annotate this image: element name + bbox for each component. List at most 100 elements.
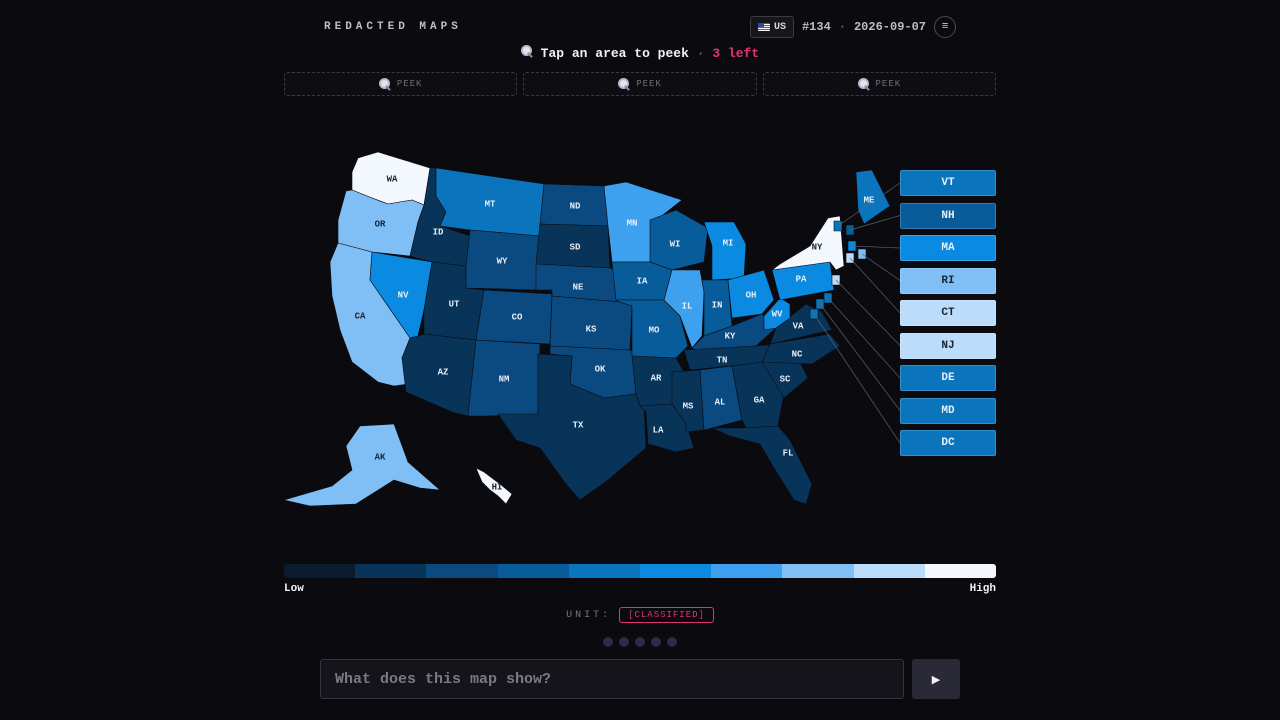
unit-row: UNIT: [CLASSIFIED]	[0, 607, 1280, 623]
state-label-mn: MN	[627, 218, 638, 228]
legend-swatch	[711, 564, 783, 578]
state-label-ia: IA	[637, 276, 648, 286]
state-label-nc: NC	[792, 349, 803, 359]
peek-slots: PEEK PEEK PEEK	[284, 72, 996, 96]
legend-swatch	[853, 564, 925, 578]
hamburger-icon[interactable]: ≡	[934, 16, 956, 38]
header-meta: US #134 · 2026-09-07 ≡	[749, 16, 956, 38]
small-state-callouts: VT NH MA RI CT NJ DE MD DC	[900, 170, 996, 463]
state-ny[interactable]	[771, 215, 845, 271]
state-label-mt: MT	[485, 199, 496, 209]
leader-line	[849, 215, 900, 231]
state-label-pa: PA	[796, 274, 807, 284]
state-label-mo: MO	[649, 325, 660, 335]
legend-swatch	[284, 564, 356, 578]
state-label-ks: KS	[586, 324, 597, 334]
region-label: US	[773, 21, 786, 33]
state-label-sd: SD	[570, 242, 581, 252]
callout-ma[interactable]: MA	[900, 235, 996, 261]
callout-ct[interactable]: CT	[900, 300, 996, 326]
state-label-nm: NM	[499, 374, 510, 384]
state-ks[interactable]	[549, 295, 633, 351]
state-label-la: LA	[653, 425, 664, 435]
callout-nj[interactable]: NJ	[900, 332, 996, 359]
state-label-sc: SC	[780, 374, 791, 384]
state-label-tn: TN	[717, 355, 728, 365]
prompt-separator: ·	[696, 46, 705, 61]
state-label-va: VA	[793, 321, 804, 331]
leader-line	[835, 279, 900, 346]
unit-value-badge: [CLASSIFIED]	[619, 607, 714, 623]
peeks-remaining: 3 left	[712, 46, 760, 61]
guess-indicators	[0, 637, 1280, 647]
peek-label: PEEK	[396, 79, 423, 89]
state-label-ut: UT	[449, 299, 460, 309]
guess-dot	[651, 637, 661, 647]
magnifier-icon	[618, 78, 630, 90]
legend-high-label: High	[969, 583, 996, 595]
leader-line	[827, 297, 900, 379]
us-flag-icon	[757, 23, 770, 31]
state-label-wy: WY	[497, 256, 508, 266]
legend-swatch	[355, 564, 427, 578]
state-label-or: OR	[375, 219, 386, 229]
brand-title: REDACTED MAPS	[324, 21, 462, 33]
state-label-ky: KY	[725, 331, 736, 341]
state-label-al: AL	[715, 397, 726, 407]
state-mi[interactable]	[703, 221, 747, 281]
prompt-text: Tap an area to peek	[540, 46, 689, 61]
leader-line	[851, 245, 900, 249]
state-ak[interactable]	[283, 423, 441, 507]
magnifier-icon	[520, 45, 533, 57]
state-label-nd: ND	[570, 201, 581, 211]
callout-de[interactable]: DE	[900, 365, 996, 391]
region-selector[interactable]: US	[749, 16, 794, 38]
legend-swatch	[640, 564, 712, 578]
unit-label: UNIT:	[566, 609, 612, 621]
magnifier-icon	[857, 78, 870, 90]
legend-swatch	[924, 564, 996, 578]
callout-nh[interactable]: NH	[900, 202, 996, 229]
legend-swatch	[426, 564, 498, 578]
leader-line	[849, 257, 900, 314]
leader-line	[819, 303, 900, 411]
state-label-ok: OK	[595, 364, 606, 374]
state-label-mi: MI	[723, 238, 734, 248]
guess-dot	[635, 637, 645, 647]
peek-slot[interactable]: PEEK	[284, 72, 518, 96]
callout-vt[interactable]: VT	[900, 170, 996, 196]
peek-label: PEEK	[875, 79, 902, 89]
state-label-in: IN	[712, 300, 723, 310]
submit-button[interactable]: ▶	[912, 659, 960, 699]
state-label-ny: NY	[812, 242, 823, 252]
state-fl[interactable]	[711, 425, 813, 505]
peek-label: PEEK	[636, 79, 662, 89]
legend-low-label: Low	[284, 583, 304, 595]
legend-labels: Low High	[284, 583, 996, 595]
state-label-nv: NV	[398, 290, 409, 300]
state-label-ar: AR	[651, 373, 662, 383]
state-label-tx: TX	[573, 420, 584, 430]
leader-line	[813, 313, 900, 444]
state-label-il: IL	[682, 301, 693, 311]
state-label-ca: CA	[355, 311, 366, 321]
peek-prompt: Tap an area to peek · 3 left	[0, 45, 1280, 61]
puzzle-date: 2026-09-07	[853, 20, 926, 34]
state-label-hi: HI	[492, 482, 503, 492]
callout-ri[interactable]: RI	[900, 267, 996, 294]
legend-swatch	[782, 564, 854, 578]
magnifier-icon	[378, 78, 391, 90]
callout-md[interactable]: MD	[900, 397, 996, 424]
answer-input[interactable]	[320, 659, 904, 699]
guess-dot	[603, 637, 613, 647]
state-label-ne: NE	[573, 282, 584, 292]
legend-swatch	[497, 564, 569, 578]
callout-dc[interactable]: DC	[900, 430, 996, 456]
state-label-oh: OH	[746, 290, 757, 300]
state-label-ms: MS	[683, 401, 694, 411]
state-label-ak: AK	[375, 452, 386, 462]
peek-slot[interactable]: PEEK	[762, 72, 996, 96]
guess-dot	[619, 637, 629, 647]
color-legend	[284, 564, 996, 578]
peek-slot[interactable]: PEEK	[523, 72, 757, 96]
